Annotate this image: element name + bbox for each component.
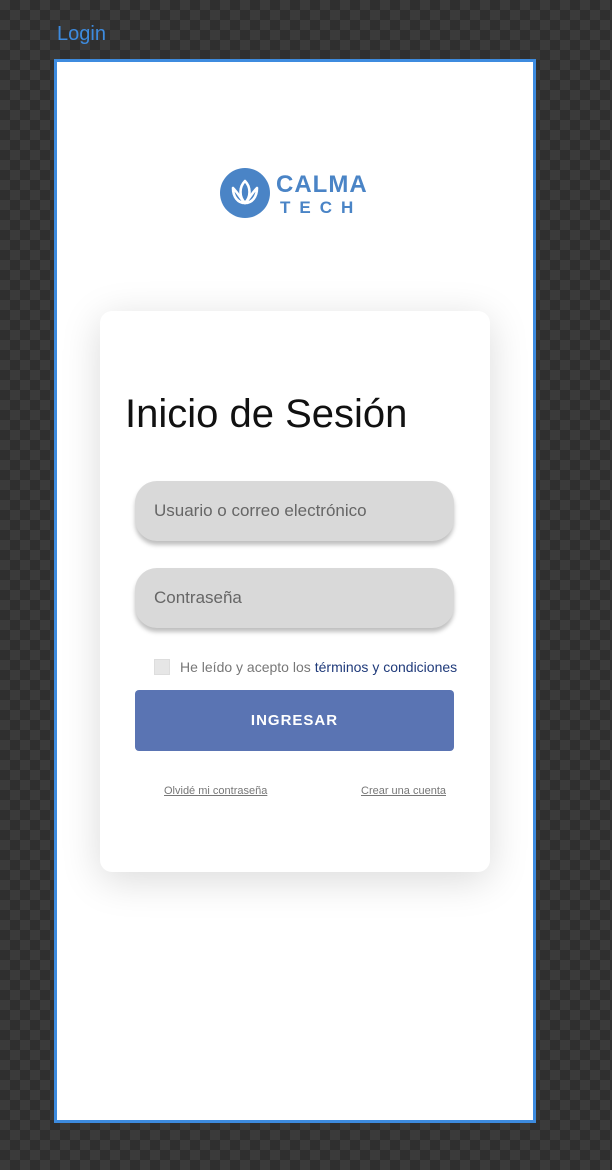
password-input[interactable] bbox=[135, 568, 454, 628]
terms-row: He leído y acepto los términos y condici… bbox=[154, 657, 457, 677]
forgot-password-link[interactable]: Olvidé mi contraseña bbox=[164, 784, 267, 798]
lotus-icon bbox=[220, 168, 270, 218]
page-title: Inicio de Sesión bbox=[125, 392, 408, 436]
login-screen-frame: CALMA TECH Inicio de Sesión He leído y a… bbox=[54, 59, 536, 1123]
terms-link[interactable]: términos y condiciones bbox=[315, 659, 457, 675]
logo-text-tech: TECH bbox=[280, 198, 363, 217]
login-button[interactable]: INGRESAR bbox=[135, 690, 454, 751]
terms-label: He leído y acepto los bbox=[180, 659, 311, 675]
username-input[interactable] bbox=[135, 481, 454, 541]
create-account-link[interactable]: Crear una cuenta bbox=[361, 784, 446, 798]
terms-checkbox[interactable] bbox=[154, 659, 170, 675]
frame-label: Login bbox=[57, 23, 106, 45]
login-card: Inicio de Sesión He leído y acepto los t… bbox=[100, 311, 490, 872]
calma-tech-logo: CALMA TECH bbox=[220, 167, 380, 219]
logo-text-calma: CALMA bbox=[276, 171, 368, 198]
